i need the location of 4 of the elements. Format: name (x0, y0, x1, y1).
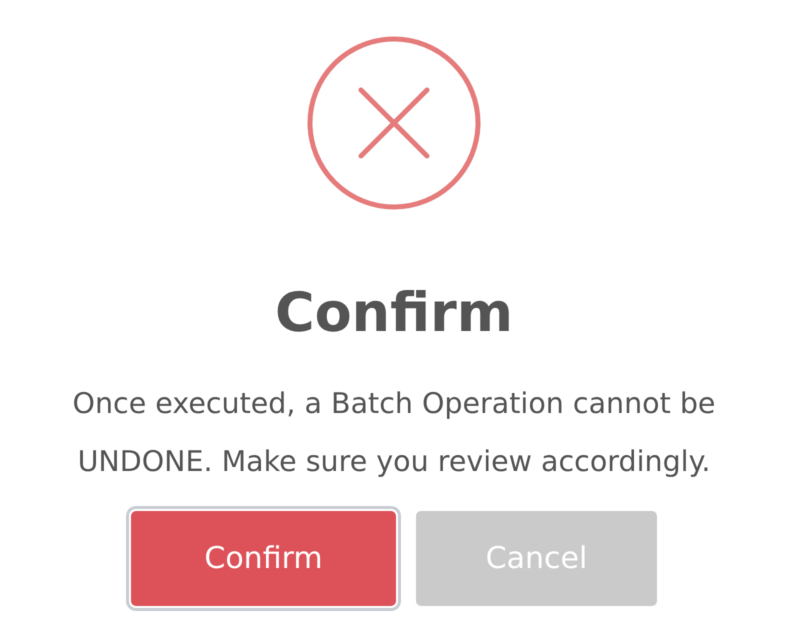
error-icon (306, 35, 482, 211)
dialog-message: Once executed, a Batch Operation cannot be UNDONE. Make sure you review accordingly. (72, 386, 716, 480)
confirm-button[interactable]: Confirm (131, 511, 396, 606)
dialog-title: Confirm (274, 281, 514, 345)
